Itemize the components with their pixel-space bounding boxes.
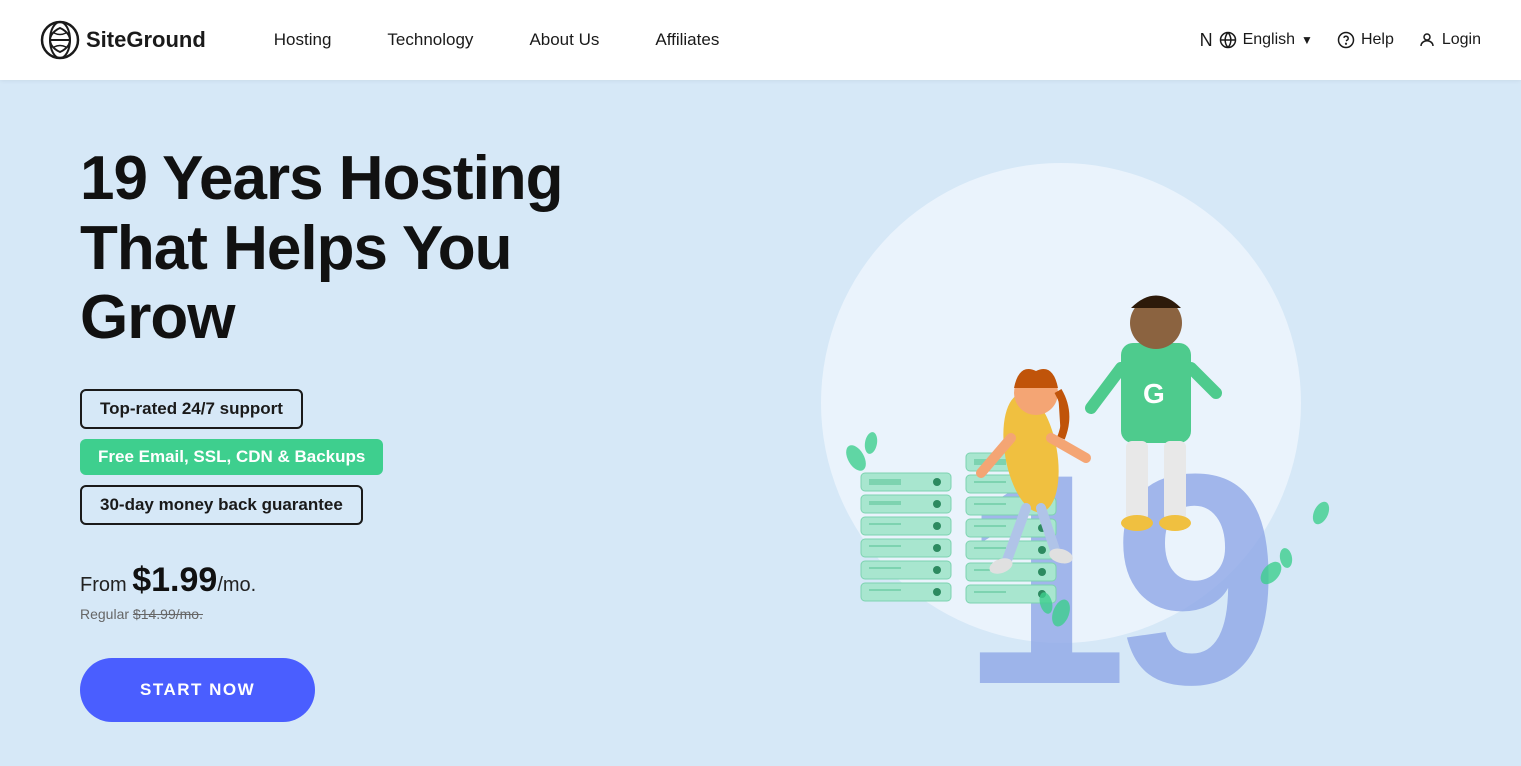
nav-right: N English ▼ Help Login — [1200, 30, 1481, 51]
logo[interactable]: SiteGround — [40, 20, 206, 60]
nav-technology[interactable]: Technology — [359, 0, 501, 80]
language-selector[interactable]: N English ▼ — [1200, 30, 1313, 51]
hero-illustration: 19 — [660, 143, 1461, 723]
globe-icon — [1219, 31, 1237, 49]
chevron-down-icon: ▼ — [1301, 33, 1313, 47]
help-link[interactable]: Help — [1337, 31, 1394, 49]
from-label: From — [80, 574, 127, 596]
badge-support: Top-rated 24/7 support — [80, 389, 303, 429]
hero-badges: Top-rated 24/7 support Free Email, SSL, … — [80, 389, 660, 525]
login-label: Login — [1442, 31, 1481, 49]
nav-links: Hosting Technology About Us Affiliates — [246, 0, 1200, 80]
hero-svg: 19 — [761, 163, 1361, 723]
help-label: Help — [1361, 31, 1394, 49]
nav-about-us[interactable]: About Us — [501, 0, 627, 80]
regular-price: Regular $14.99/mo. — [80, 606, 660, 622]
nav-hosting[interactable]: Hosting — [246, 0, 360, 80]
hero-section: 19 Years Hosting That Helps You Grow Top… — [0, 80, 1521, 766]
navbar: SiteGround Hosting Technology About Us A… — [0, 0, 1521, 80]
login-link[interactable]: Login — [1418, 31, 1481, 49]
nav-affiliates[interactable]: Affiliates — [627, 0, 747, 80]
hero-price: From $1.99/mo. — [80, 561, 660, 600]
svg-text:G: G — [1143, 378, 1165, 409]
help-icon — [1337, 31, 1355, 49]
hero-content: 19 Years Hosting That Helps You Grow Top… — [80, 144, 660, 721]
price-amount: $1.99 — [132, 561, 217, 599]
language-label: English — [1243, 31, 1295, 49]
badge-money-back: 30-day money back guarantee — [80, 485, 363, 525]
badge-free: Free Email, SSL, CDN & Backups — [80, 439, 383, 475]
user-icon — [1418, 31, 1436, 49]
translate-icon: N — [1200, 30, 1213, 51]
hero-title: 19 Years Hosting That Helps You Grow — [80, 144, 660, 352]
per-mo-label: /mo. — [217, 574, 256, 596]
regular-price-value: $14.99/mo. — [133, 606, 203, 622]
start-now-button[interactable]: START NOW — [80, 658, 315, 722]
logo-text: SiteGround — [86, 27, 206, 53]
